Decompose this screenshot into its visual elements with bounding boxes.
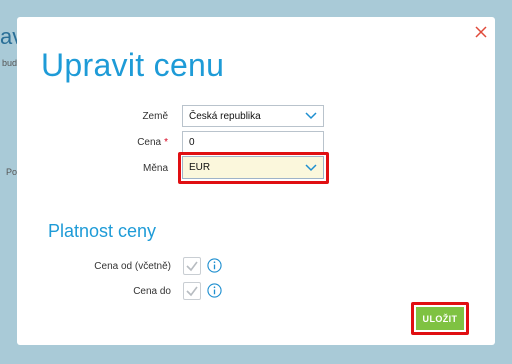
price-label-text: Cena (137, 137, 162, 148)
valid-to-label: Cena do (133, 286, 171, 297)
price-label: Cena * (48, 137, 168, 148)
chevron-down-icon (305, 112, 317, 120)
background-text-fragment: Po (6, 167, 18, 177)
close-icon[interactable] (473, 24, 489, 40)
background-text-fragment: bud (2, 58, 18, 68)
check-icon (186, 286, 198, 297)
country-select[interactable]: Česká republika (182, 105, 324, 127)
chevron-down-icon (305, 163, 317, 171)
currency-select-value: EUR (189, 162, 211, 173)
dialog-title: Upravit cenu (41, 47, 225, 83)
valid-from-checkbox[interactable] (183, 257, 201, 275)
required-mark: * (164, 137, 168, 148)
country-select-value: Česká republika (189, 110, 261, 122)
info-icon[interactable] (207, 258, 222, 273)
valid-to-checkbox[interactable] (183, 282, 201, 300)
currency-label: Měna (142, 163, 168, 174)
edit-price-dialog: Upravit cenu Země Česká republika Cena * … (17, 17, 495, 345)
save-button[interactable]: ULOŽIT (416, 307, 464, 330)
validity-section-title: Platnost ceny (48, 221, 157, 241)
info-icon[interactable] (207, 283, 222, 298)
price-input-value: 0 (189, 136, 195, 148)
check-icon (186, 261, 198, 272)
valid-from-label: Cena od (včetně) (94, 261, 171, 272)
country-label: Země (142, 111, 168, 122)
currency-select[interactable]: EUR (182, 156, 324, 179)
price-input[interactable]: 0 (182, 131, 324, 153)
